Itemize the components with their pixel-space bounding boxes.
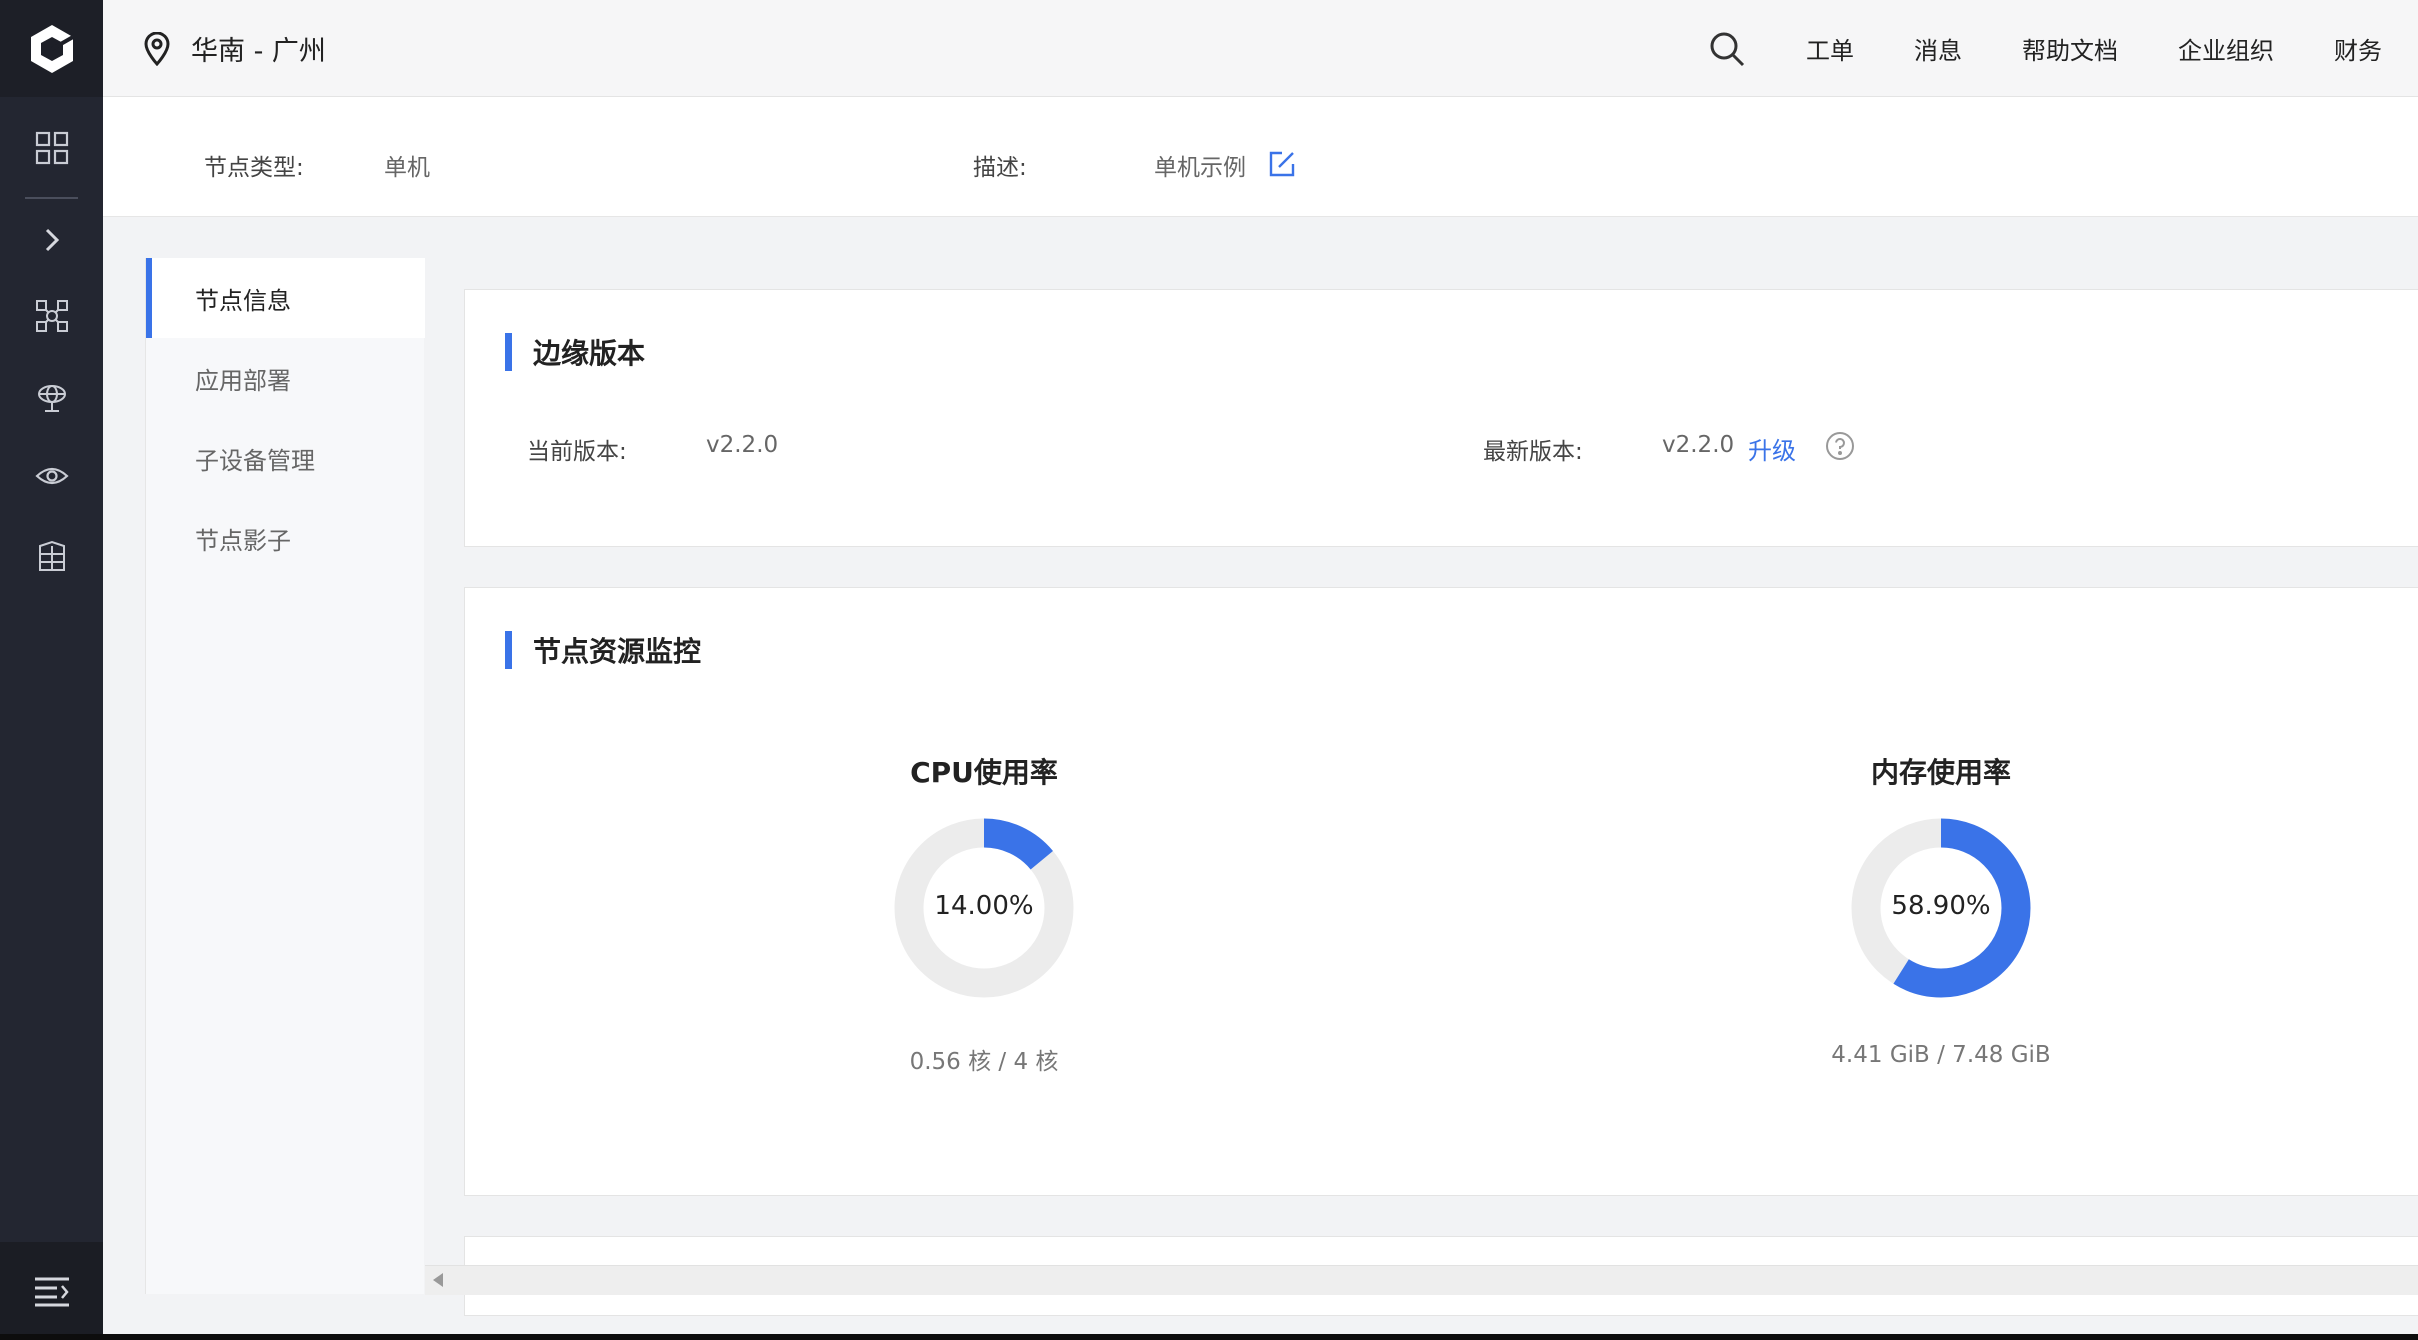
memory-gauge-title: 内存使用率 bbox=[1870, 756, 2011, 789]
nav-organization[interactable]: 企业组织 bbox=[2178, 31, 2274, 66]
database-icon bbox=[38, 540, 65, 571]
submenu-app-deploy[interactable]: 应用部署 bbox=[146, 338, 425, 418]
nav-finance[interactable]: 财务 bbox=[2334, 31, 2382, 66]
resource-monitor-card: 节点资源监控 CPU使用率 14.00% 0.56 核 / 4 核 内存使用率 … bbox=[464, 587, 2418, 1196]
region-label: 华南 - 广州 bbox=[191, 36, 326, 67]
globe-icon bbox=[37, 385, 66, 412]
nav-messages[interactable]: 消息 bbox=[1914, 31, 1962, 66]
description-label: 描述: bbox=[973, 155, 1027, 181]
sidebar-item-nodes[interactable] bbox=[0, 286, 103, 346]
grid-icon bbox=[35, 131, 68, 165]
scroll-left-arrow-icon[interactable] bbox=[433, 1273, 443, 1287]
window-bottom-edge bbox=[0, 1334, 2418, 1340]
latest-version-value: v2.2.0 bbox=[1662, 432, 1735, 458]
latest-version-label: 最新版本: bbox=[1483, 439, 1583, 465]
cpu-detail: 0.56 核 / 4 核 bbox=[909, 1049, 1059, 1075]
edit-icon bbox=[1269, 151, 1295, 177]
region-selector[interactable]: 华南 - 广州 bbox=[143, 0, 326, 97]
main-sidebar bbox=[0, 0, 103, 1340]
node-type-label: 节点类型: bbox=[204, 155, 304, 181]
node-submenu: 节点信息 应用部署 子设备管理 节点影子 bbox=[145, 258, 425, 1294]
cpu-percent: 14.00% bbox=[934, 891, 1034, 921]
edit-description-button[interactable] bbox=[1268, 150, 1296, 182]
eye-icon bbox=[34, 467, 69, 485]
upgrade-link[interactable]: 升级 bbox=[1748, 431, 1796, 466]
expand-chevron-icon bbox=[45, 228, 59, 252]
upgrade-help-button[interactable] bbox=[1825, 431, 1855, 465]
memory-detail: 4.41 GiB / 7.48 GiB bbox=[1831, 1042, 2051, 1068]
edge-version-title: 边缘版本 bbox=[505, 332, 645, 372]
logo-icon bbox=[30, 24, 74, 73]
submenu-subdevice-manage[interactable]: 子设备管理 bbox=[146, 418, 425, 498]
sidebar-collapse-button[interactable] bbox=[0, 1242, 103, 1340]
top-header: 华南 - 广州 工单 消息 帮助文档 企业组织 财务 bbox=[103, 0, 2418, 97]
submenu-node-info[interactable]: 节点信息 bbox=[146, 258, 425, 338]
nav-help-docs[interactable]: 帮助文档 bbox=[2022, 31, 2118, 66]
top-nav: 工单 消息 帮助文档 企业组织 财务 bbox=[1708, 0, 2418, 97]
help-circle-icon bbox=[1826, 432, 1854, 460]
memory-percent: 58.90% bbox=[1891, 891, 1991, 921]
sidebar-item-dashboard[interactable] bbox=[0, 118, 103, 178]
menu-collapse-icon bbox=[34, 1277, 69, 1307]
sidebar-divider bbox=[25, 197, 78, 199]
resource-monitor-title: 节点资源监控 bbox=[505, 630, 701, 670]
node-info-bar bbox=[103, 97, 2418, 217]
search-icon bbox=[1710, 32, 1745, 66]
search-button[interactable] bbox=[1708, 30, 1746, 68]
sidebar-item-network[interactable] bbox=[0, 367, 103, 427]
nav-ticket[interactable]: 工单 bbox=[1806, 31, 1854, 66]
logo[interactable] bbox=[0, 0, 103, 97]
nodes-icon bbox=[35, 300, 68, 332]
cpu-gauge-title: CPU使用率 bbox=[910, 756, 1058, 789]
node-type-value: 单机 bbox=[384, 155, 430, 181]
sidebar-item-monitor[interactable] bbox=[0, 446, 103, 506]
description-value: 单机示例 bbox=[1154, 155, 1246, 181]
sidebar-item-storage[interactable] bbox=[0, 527, 103, 587]
current-version-label: 当前版本: bbox=[527, 439, 627, 465]
sidebar-expand-button[interactable] bbox=[0, 210, 103, 270]
current-version-value: v2.2.0 bbox=[706, 432, 779, 458]
horizontal-scrollbar[interactable] bbox=[425, 1265, 2418, 1295]
submenu-node-shadow[interactable]: 节点影子 bbox=[146, 498, 425, 578]
edge-version-card: 边缘版本 当前版本: v2.2.0 最新版本: v2.2.0 升级 bbox=[464, 289, 2418, 547]
location-pin-icon bbox=[144, 31, 170, 66]
